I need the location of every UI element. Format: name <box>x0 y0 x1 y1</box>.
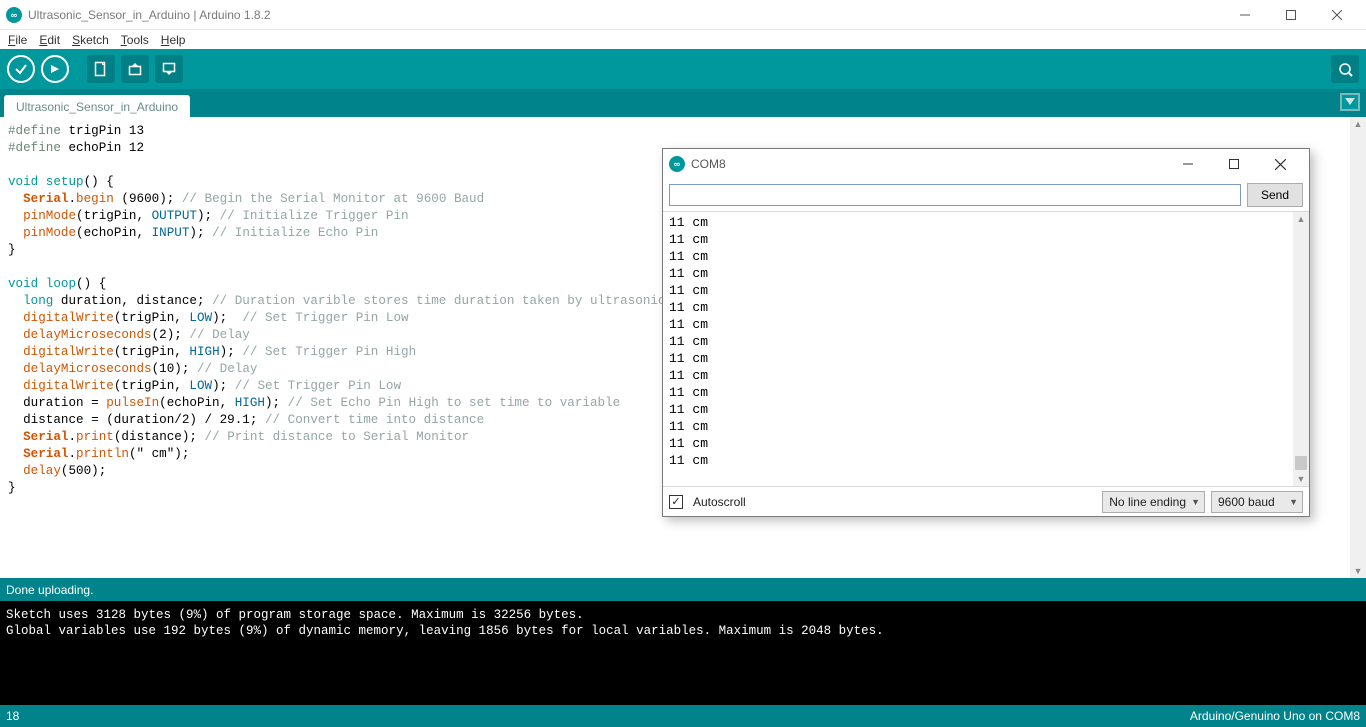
serial-output-lines: 11 cm 11 cm 11 cm 11 cm 11 cm 11 cm 11 c… <box>663 212 1309 471</box>
serial-vertical-scrollbar[interactable]: ▲ ▼ <box>1293 212 1309 486</box>
serial-send-input[interactable] <box>669 184 1241 206</box>
window-close-button[interactable] <box>1314 0 1360 30</box>
arduino-app-icon: ∞ <box>6 7 22 23</box>
menu-sketch[interactable]: Sketch <box>66 33 115 47</box>
serial-send-button[interactable]: Send <box>1247 183 1303 207</box>
open-sketch-button[interactable] <box>121 55 149 83</box>
editor-vertical-scrollbar[interactable]: ▲▼ <box>1350 117 1366 578</box>
autoscroll-checkbox[interactable]: ✓ <box>669 495 683 509</box>
serial-minimize-button[interactable] <box>1165 149 1211 179</box>
chevron-down-icon: ▼ <box>1191 497 1200 507</box>
serial-close-button[interactable] <box>1257 149 1303 179</box>
chevron-down-icon: ▼ <box>1289 497 1298 507</box>
status-bar: Done uploading. <box>0 578 1366 601</box>
window-maximize-button[interactable] <box>1268 0 1314 30</box>
line-ending-select[interactable]: No line ending ▼ <box>1102 491 1205 513</box>
verify-button[interactable] <box>7 55 35 83</box>
bottom-bar: 18 Arduino/Genuino Uno on COM8 <box>0 705 1366 727</box>
menu-bar: File Edit Sketch Tools Help <box>0 30 1366 49</box>
arduino-app-icon: ∞ <box>669 156 685 172</box>
window-title: Ultrasonic_Sensor_in_Arduino | Arduino 1… <box>28 8 271 22</box>
upload-button[interactable] <box>41 55 69 83</box>
status-message: Done uploading. <box>6 583 93 597</box>
board-port-indicator: Arduino/Genuino Uno on COM8 <box>1190 709 1360 723</box>
menu-help[interactable]: Help <box>155 33 192 47</box>
serial-titlebar[interactable]: ∞ COM8 <box>663 149 1309 179</box>
line-number-indicator: 18 <box>6 709 19 723</box>
sketch-tab-bar: Ultrasonic_Sensor_in_Arduino <box>0 89 1366 117</box>
line-ending-value: No line ending <box>1109 495 1186 509</box>
new-sketch-button[interactable] <box>87 55 115 83</box>
toolbar <box>0 49 1366 89</box>
console-line: Sketch uses 3128 bytes (9%) of program s… <box>6 608 584 622</box>
window-minimize-button[interactable] <box>1222 0 1268 30</box>
serial-monitor-window: ∞ COM8 Send 11 cm 11 cm 11 cm 11 cm 11 c… <box>662 148 1310 517</box>
tab-menu-button[interactable] <box>1340 93 1360 111</box>
scrollbar-thumb[interactable] <box>1295 456 1307 470</box>
autoscroll-label: Autoscroll <box>693 495 746 509</box>
sketch-tab-active[interactable]: Ultrasonic_Sensor_in_Arduino <box>4 95 190 117</box>
serial-footer: ✓ Autoscroll No line ending ▼ 9600 baud … <box>663 486 1309 516</box>
menu-edit[interactable]: Edit <box>33 33 66 47</box>
serial-title: COM8 <box>691 157 726 171</box>
serial-monitor-button[interactable] <box>1331 55 1359 83</box>
output-console[interactable]: Sketch uses 3128 bytes (9%) of program s… <box>0 601 1366 705</box>
menu-tools[interactable]: Tools <box>115 33 155 47</box>
baud-rate-select[interactable]: 9600 baud ▼ <box>1211 491 1303 513</box>
window-titlebar: ∞ Ultrasonic_Sensor_in_Arduino | Arduino… <box>0 0 1366 30</box>
code-text: #define <box>8 124 61 138</box>
menu-file[interactable]: File <box>2 33 33 47</box>
serial-output-area[interactable]: 11 cm 11 cm 11 cm 11 cm 11 cm 11 cm 11 c… <box>663 211 1309 486</box>
save-sketch-button[interactable] <box>155 55 183 83</box>
serial-maximize-button[interactable] <box>1211 149 1257 179</box>
console-line: Global variables use 192 bytes (9%) of d… <box>6 624 884 638</box>
baud-rate-value: 9600 baud <box>1218 495 1275 509</box>
